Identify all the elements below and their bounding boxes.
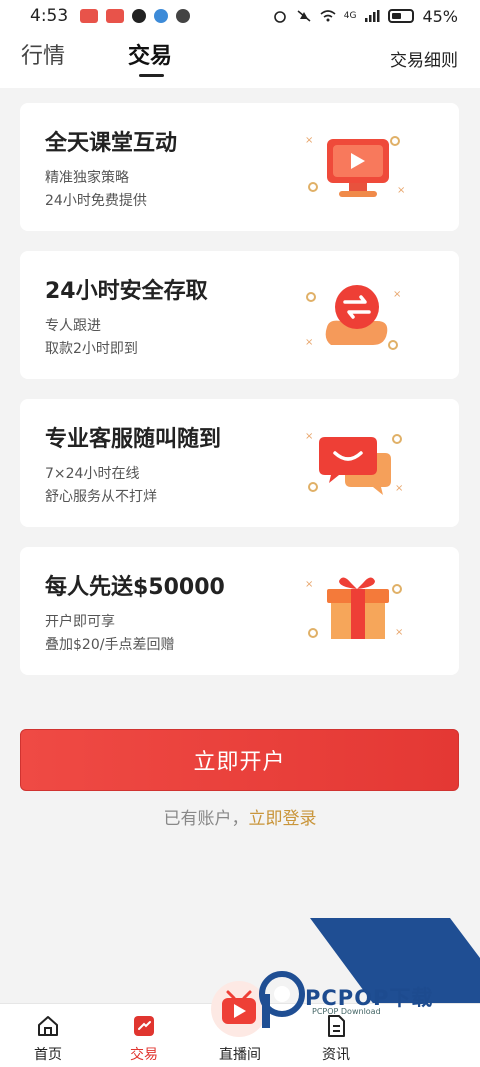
network-type: 4G: [343, 11, 357, 21]
card-subtitle: 专人跟进: [45, 318, 101, 334]
svg-text:×: ×: [305, 579, 313, 590]
watermark-sub: PCPOP Download: [312, 1007, 381, 1016]
feature-card-classroom[interactable]: 全天课堂互动 精准独家策略 24小时免费提供 × ×: [20, 103, 459, 231]
status-bar: 4:53 4G 45%: [0, 0, 480, 32]
card-subtitle: 舒心服务从不打烊: [45, 489, 157, 505]
qq-icon: [132, 9, 147, 23]
card-title: 24小时安全存取: [45, 279, 208, 304]
nav-trade[interactable]: 交易: [96, 1004, 192, 1067]
have-account-text: 已有账户，: [163, 809, 249, 829]
status-bar-left: 4:53: [30, 6, 191, 26]
home-icon: [38, 1016, 58, 1036]
alarm-icon: [273, 11, 286, 23]
news-icon: [328, 1015, 345, 1037]
svg-text:×: ×: [305, 135, 313, 146]
notification-app-icon: [106, 9, 125, 23]
svg-text:×: ×: [393, 289, 401, 300]
card-title: 全天课堂互动: [45, 131, 178, 156]
login-prompt: 已有账户，立即登录: [0, 804, 480, 829]
active-tab-indicator: [139, 74, 164, 77]
chat-bubble-icon: × ×: [305, 431, 403, 495]
browser-icon: [154, 9, 169, 23]
feature-card-support[interactable]: 专业客服随叫随到 7×24小时在线 舒心服务从不打烊 × ×: [20, 399, 459, 527]
login-link[interactable]: 立即登录: [249, 809, 317, 829]
trading-rules-link[interactable]: 交易细则: [390, 46, 458, 71]
feature-card-bonus[interactable]: 每人先送$50000 开户即可享 叠加$20/手点差回赠 × ×: [20, 547, 459, 675]
status-bar-right: 4G 45%: [272, 7, 458, 26]
svg-text:×: ×: [397, 185, 405, 196]
svg-text:×: ×: [395, 627, 403, 638]
card-subtitle: 取款2小时即到: [45, 341, 138, 357]
battery-percent: 45%: [422, 6, 458, 26]
card-subtitle: 开户即可享: [45, 614, 115, 630]
card-subtitle: 24小时免费提供: [45, 193, 147, 209]
exchange-hand-icon: × ×: [305, 285, 401, 350]
nav-label: 直播间: [219, 1047, 261, 1063]
card-subtitle: 叠加$20/手点差回赠: [45, 637, 175, 653]
mute-icon: [297, 10, 311, 22]
svg-text:×: ×: [395, 483, 403, 494]
svg-text:×: ×: [305, 431, 313, 442]
wifi-icon: [320, 10, 336, 22]
open-account-button[interactable]: 立即开户: [20, 729, 459, 791]
nav-label: 资讯: [322, 1047, 350, 1063]
tab-market[interactable]: 行情: [21, 38, 65, 70]
nav-home[interactable]: 首页: [0, 1004, 96, 1067]
nav-profile[interactable]: 我: [384, 1004, 480, 1067]
tv-play-icon: × ×: [305, 135, 405, 197]
wechat-icon: [176, 9, 191, 23]
trade-icon: [134, 1016, 154, 1036]
card-subtitle: 7×24小时在线: [45, 466, 140, 482]
notification-app-icon: [80, 9, 99, 23]
pcpop-logo: [259, 971, 305, 1028]
tab-trade[interactable]: 交易: [128, 38, 172, 70]
card-title: 每人先送$50000: [45, 575, 225, 600]
nav-label: 首页: [34, 1047, 62, 1063]
nav-label: 我: [425, 1047, 439, 1063]
gift-box-icon: × ×: [305, 577, 403, 639]
battery-icon: [388, 9, 415, 23]
status-time: 4:53: [30, 6, 69, 26]
signal-icon: [365, 10, 380, 22]
nav-label: 交易: [130, 1047, 158, 1063]
card-subtitle: 精准独家策略: [45, 170, 129, 186]
svg-text:×: ×: [305, 337, 313, 348]
feature-card-deposit[interactable]: 24小时安全存取 专人跟进 取款2小时即到 × ×: [20, 251, 459, 379]
card-title: 专业客服随叫随到: [45, 427, 222, 452]
top-header: 行情 交易 交易细则: [0, 32, 480, 88]
